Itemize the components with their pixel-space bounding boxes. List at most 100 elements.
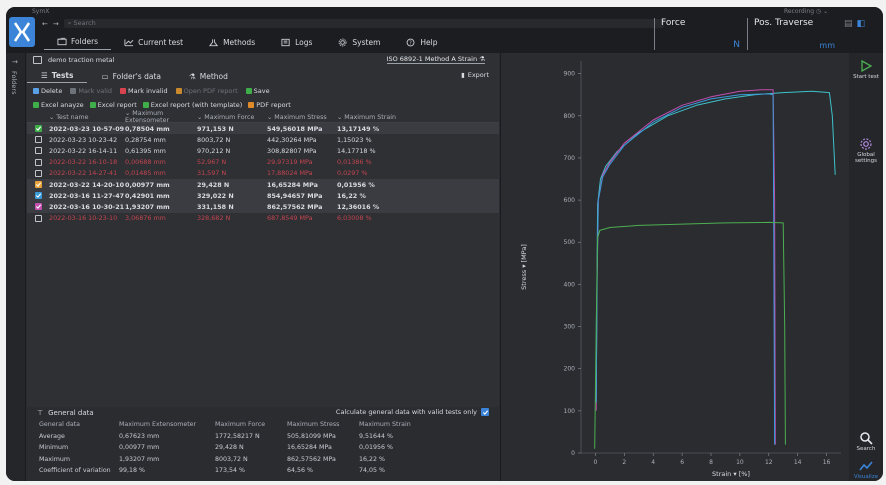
excel-report-with-template-button[interactable]: Excel report (with template) [142,101,242,109]
position-readout: Pos. Traverse mm [747,18,839,50]
collapse-icon[interactable]: ⊤ [37,409,43,417]
excel-anayzebutton[interactable]: Excel anayze [33,101,84,109]
general-col-header: General data [39,421,81,429]
search-button[interactable]: Search [849,431,883,452]
row-checkbox[interactable] [34,136,42,144]
expand-arrow-icon[interactable]: → [12,58,18,66]
table-cell: 0,00977 mm [125,180,170,189]
check-icon [35,182,41,187]
row-checkbox[interactable] [34,192,42,200]
col-max-strain[interactable]: ⌄ Maximum Strain [337,114,407,121]
calc-valid-only[interactable]: Calculate general data with valid tests … [336,408,489,416]
row-checkbox[interactable] [34,214,42,222]
menu-label: System [352,37,381,47]
table-row[interactable]: 2022-03-23 10-57-09 0,78504 mm 971,153 N 54… [27,123,499,135]
force-label: Force [661,18,686,28]
tab-folders-data[interactable]: ▭ Folder's data [87,69,175,83]
window-icons: ▤ ◧ [844,19,865,29]
row-checkbox[interactable] [34,169,42,177]
table-cell: 1,93207 mm [125,202,170,211]
x-tick-label: 4 [651,459,655,466]
general-cell: 64,56 % [287,467,314,475]
mark-valid-button[interactable]: Mark valid [70,87,112,95]
pdf-reportbutton[interactable]: PDF report [248,101,291,109]
table-row[interactable]: 2022-03-16 11-27-47 0,42901 mm 329,022 N 85… [27,190,499,202]
table-row[interactable]: 2022-03-23 10-23-42 0,28754 mm 8003,72 N 44… [27,134,499,145]
chart-panel[interactable]: 0 100 200 300 400 500 600 700 800 900 0 2 4 6 8 10 12 14 1… [500,53,848,481]
table-cell: 2022-03-16 10-23-10 [49,214,118,223]
table-cell: 0,42901 mm [125,191,170,200]
force-unit: N [733,40,740,50]
open-pdf-report-button[interactable]: Open PDF report [175,87,238,95]
row-checkbox[interactable] [34,181,42,189]
table-cell: 14,17718 % [337,146,376,155]
row-checkbox[interactable] [34,203,42,211]
panel-icon[interactable]: ◧ [857,19,866,29]
mark-invalid-icon [120,88,127,94]
general-row: Minimum 0,00977 mm 29,428 N 16,65284 MPa 0,0… [27,442,499,454]
col-max-force[interactable]: ⌄ Maximum Force [197,114,267,121]
table-cell: 329,022 N [197,191,234,200]
search-icon: ⌕ [67,19,72,27]
general-col-header: Maximum Stress [287,421,340,429]
table-row[interactable]: 2022-03-22 14-27-41 0,01485 mm 31,597 N 17,… [27,168,499,179]
play-icon [861,59,873,73]
search-input[interactable]: ⌕ Search [63,19,664,28]
row-checkbox[interactable] [34,147,42,155]
col-test-name[interactable]: ⌄ Test name [49,114,125,121]
menu-folders[interactable]: Folders [44,34,112,50]
menu-current-test[interactable]: Current test [111,34,196,50]
menu-system[interactable]: System [325,34,393,50]
table-row[interactable]: 2022-03-22 16-10-18 0,00688 mm 52,967 N 29,… [27,157,499,168]
general-row: Maximum 1,93207 mm 8003,72 N 862,57562 MPa 1… [27,454,499,466]
folders-side-strip[interactable]: → Folders [6,53,26,481]
table-cell: 970,212 N [197,146,231,155]
method-name[interactable]: ISO 6892-1 Method A Strain ⚗ [386,55,485,64]
save-button[interactable]: Save [245,87,270,95]
table-cell: 17,88024 MPa [267,169,313,178]
visualize-button[interactable]: Visualize [849,459,883,480]
general-cell: 16,65284 MPa [287,444,332,452]
global-settings-button[interactable]: Global settings [849,137,883,164]
pdf-icon [248,102,255,108]
menu-label: Help [420,37,438,47]
table-row[interactable]: 2022-03-22 16-14-11 0,61395 mm 970,212 N 30… [27,145,499,156]
tab-tests[interactable]: ☰ Tests [27,69,88,83]
x-tick-label: 10 [736,459,744,466]
menu-logs[interactable]: Logs [268,34,325,50]
mark-invalid-button[interactable]: Mark invalid [120,87,168,95]
tab-method[interactable]: ⚗ Method [175,69,242,83]
menu-methods[interactable]: Methods [196,34,268,50]
row-checkbox[interactable] [34,125,42,133]
check-icon [35,204,41,210]
back-arrow-icon[interactable]: ← [42,20,48,28]
col-max-stress[interactable]: ⌄ Maximum Stress [267,114,337,121]
table-row[interactable]: 2022-03-16 10-23-10 3,06876 mm 328,682 N 68… [27,213,499,224]
general-cell: Coefficient of variation [39,467,111,475]
svg-text:?: ? [409,40,412,46]
y-tick-label: 500 [564,239,576,246]
forward-arrow-icon[interactable]: → [53,20,59,28]
excel-reportbutton[interactable]: Excel report [89,101,137,109]
x-tick-label: 14 [794,459,802,466]
toolbar-reports: Excel anayze Excel report Excel report (wi… [33,101,291,109]
row-checkbox[interactable] [34,158,42,166]
export-button[interactable]: ▮ Export [461,71,489,79]
general-cell: 173,54 % [215,467,246,475]
nav-row: ← → ⌕ Search [42,19,664,28]
table-row[interactable]: 2022-03-22 14-20-10 0,00977 mm 29,428 N 16,… [27,178,499,191]
y-tick-label: 700 [564,155,576,162]
start-test-button[interactable]: Start test [849,59,883,80]
table-cell: 2022-03-22 16-14-11 [49,146,118,155]
stress-strain-chart[interactable]: 0 100 200 300 400 500 600 700 800 900 0 2 4 6 8 10 12 14 1… [501,53,849,481]
col-max-extensometer[interactable]: ⌄ Maximum Extensometer [125,110,197,124]
calc-valid-checkbox[interactable] [481,408,489,416]
delete-button[interactable]: Delete [33,87,62,95]
layout-icon[interactable]: ▤ [844,19,853,29]
table-row[interactable]: 2022-03-16 10-30-21 1,93207 mm 331,158 N 86… [27,201,499,213]
x-axis-label: Strain ▾ [%] [712,470,750,478]
table-cell: 6,03008 % [337,214,372,223]
menu-help[interactable]: ? Help [393,34,450,50]
menu-label: Folders [71,37,99,46]
table-cell: 0,78504 mm [125,124,170,133]
